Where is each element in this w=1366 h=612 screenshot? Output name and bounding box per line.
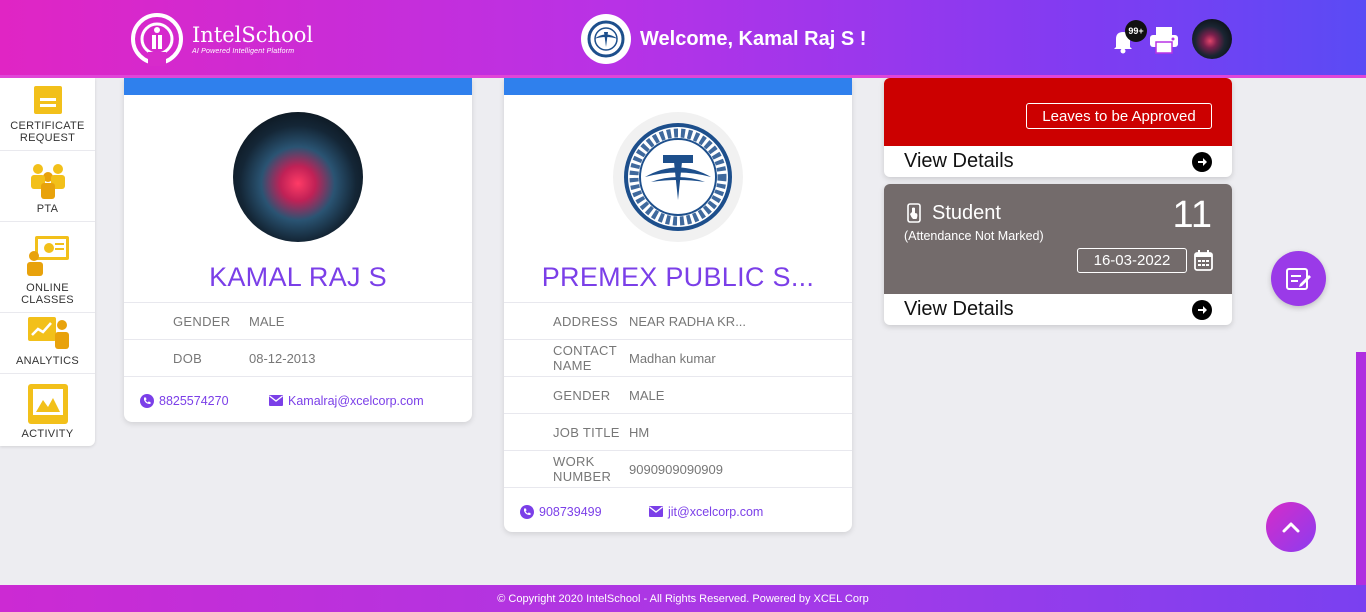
scrollbar-thumb[interactable] bbox=[1356, 352, 1366, 585]
school-profile-card: PREMEX PUBLIC S... ADDRESS NEAR RADHA KR… bbox=[504, 78, 852, 532]
field-label: GENDER bbox=[553, 387, 611, 403]
activity-icon bbox=[27, 384, 68, 424]
email-icon bbox=[269, 395, 283, 406]
student-name: KAMAL RAJ S bbox=[209, 262, 387, 292]
student-photo bbox=[233, 112, 363, 242]
logo-name: IntelSchool bbox=[192, 22, 314, 47]
school-row: CONTACT NAME Madhan kumar bbox=[504, 339, 852, 376]
leaves-panel: Leaves to be Approved View Details bbox=[884, 78, 1232, 177]
sidebar-item-analytics[interactable]: ANALYTICS bbox=[0, 313, 95, 374]
sidebar-item-online-classes[interactable]: ONLINE CLASSES bbox=[0, 222, 95, 313]
calendar-icon[interactable] bbox=[1194, 250, 1213, 271]
online-class-icon bbox=[26, 236, 69, 276]
phone-number[interactable]: 8825574270 bbox=[159, 394, 229, 408]
leaves-panel-body: Leaves to be Approved bbox=[884, 78, 1232, 146]
sidebar-item-pta[interactable]: PTA bbox=[0, 151, 95, 222]
analytics-icon bbox=[27, 317, 69, 349]
profile-row: GENDER MALE bbox=[124, 302, 472, 339]
welcome-message: Welcome, Kamal Raj S ! bbox=[640, 27, 867, 50]
school-emblem-icon bbox=[581, 14, 631, 64]
attendance-count: 11 bbox=[1172, 194, 1212, 236]
sidebar-item-certificate-request[interactable]: CERTIFICATE REQUEST bbox=[0, 78, 95, 151]
field-value: MALE bbox=[249, 313, 285, 329]
edit-note-button[interactable] bbox=[1271, 251, 1326, 306]
sidebar-item-label: PTA bbox=[36, 203, 59, 215]
sidebar-item-label: ANALYTICS bbox=[15, 355, 79, 367]
email-address[interactable]: Kamalraj@xcelcorp.com bbox=[288, 394, 424, 408]
email-address[interactable]: jit@xcelcorp.com bbox=[668, 505, 763, 519]
profile-row: DOB 08-12-2013 bbox=[124, 339, 472, 376]
logo-tagline: AI Powered Intelligent Platform bbox=[192, 47, 295, 55]
field-label: ADDRESS bbox=[553, 313, 618, 329]
field-value: MALE bbox=[629, 387, 665, 403]
printer-icon[interactable] bbox=[1148, 25, 1180, 55]
school-row: WORK NUMBER 9090909090909 bbox=[504, 450, 852, 487]
card-header-bar bbox=[504, 78, 852, 95]
welcome-area: Welcome, Kamal Raj S ! bbox=[581, 14, 866, 64]
people-icon bbox=[30, 164, 65, 199]
phone-number[interactable]: 908739499 bbox=[539, 505, 602, 519]
attendance-panel-body: Student (Attendance Not Marked) 11 16-03… bbox=[884, 184, 1232, 294]
user-avatar[interactable] bbox=[1192, 19, 1232, 59]
leaves-to-be-approved-button[interactable]: Leaves to be Approved bbox=[1026, 103, 1212, 129]
field-label: JOB TITLE bbox=[553, 424, 620, 440]
notification-badge[interactable]: 99+ bbox=[1125, 20, 1147, 42]
sidebar-item-activity[interactable]: ACTIVITY bbox=[0, 374, 95, 446]
arrow-right-icon bbox=[1192, 299, 1212, 320]
field-label: GENDER bbox=[173, 313, 231, 329]
intelschool-logo[interactable]: IntelSchool AI Powered Intelligent Platf… bbox=[128, 12, 318, 66]
sidebar-item-label: CERTIFICATE REQUEST bbox=[10, 120, 85, 144]
attendance-subtitle: (Attendance Not Marked) bbox=[904, 229, 1044, 243]
school-row: GENDER MALE bbox=[504, 376, 852, 413]
phone-icon bbox=[140, 393, 154, 408]
field-label: DOB bbox=[173, 350, 203, 366]
school-logo bbox=[613, 112, 743, 242]
field-value: NEAR RADHA KR... bbox=[629, 313, 747, 329]
student-profile-card: KAMAL RAJ S GENDER MALE DOB 08-12-2013 8… bbox=[124, 78, 472, 422]
field-value: 9090909090909 bbox=[629, 461, 723, 477]
touch-icon bbox=[907, 202, 921, 223]
edit-note-icon bbox=[1285, 267, 1311, 290]
school-crest-icon bbox=[624, 123, 732, 231]
view-details-label: View Details bbox=[904, 298, 1014, 320]
school-name: PREMEX PUBLIC S... bbox=[541, 262, 815, 292]
certificate-icon bbox=[33, 86, 62, 114]
chevron-up-icon bbox=[1282, 522, 1300, 533]
arrow-right-icon bbox=[1192, 151, 1212, 172]
field-label: WORK NUMBER bbox=[553, 454, 612, 484]
attendance-panel: Student (Attendance Not Marked) 11 16-03… bbox=[884, 184, 1232, 325]
leaves-view-details[interactable]: View Details bbox=[884, 146, 1232, 177]
field-value: HM bbox=[629, 424, 650, 440]
card-header-bar bbox=[124, 78, 472, 95]
sidebar-item-label: ACTIVITY bbox=[21, 428, 74, 440]
contact-row: 8825574270 Kamalraj@xcelcorp.com bbox=[124, 376, 472, 422]
copyright-text: © Copyright 2020 IntelSchool - All Right… bbox=[497, 592, 869, 605]
sidebar-item-label: ONLINE CLASSES bbox=[21, 282, 74, 306]
email-icon bbox=[649, 506, 663, 517]
school-row: JOB TITLE HM bbox=[504, 413, 852, 450]
sidebar: CERTIFICATE REQUEST PTA ONLINE CLASSES A… bbox=[0, 78, 95, 446]
scroll-to-top-button[interactable] bbox=[1266, 502, 1316, 552]
attendance-date-field[interactable]: 16-03-2022 bbox=[1077, 248, 1187, 273]
field-value: 08-12-2013 bbox=[249, 350, 316, 366]
logo-mark-icon bbox=[131, 13, 183, 66]
attendance-title: Student bbox=[932, 202, 1001, 224]
footer: © Copyright 2020 IntelSchool - All Right… bbox=[0, 585, 1366, 612]
field-value: Madhan kumar bbox=[629, 350, 716, 366]
attendance-view-details[interactable]: View Details bbox=[884, 294, 1232, 325]
view-details-label: View Details bbox=[904, 150, 1014, 172]
field-label: CONTACT NAME bbox=[553, 343, 617, 373]
contact-row: 908739499 jit@xcelcorp.com bbox=[504, 487, 852, 532]
top-header: IntelSchool AI Powered Intelligent Platf… bbox=[0, 0, 1366, 78]
school-row: ADDRESS NEAR RADHA KR... bbox=[504, 302, 852, 339]
phone-icon bbox=[520, 504, 534, 519]
